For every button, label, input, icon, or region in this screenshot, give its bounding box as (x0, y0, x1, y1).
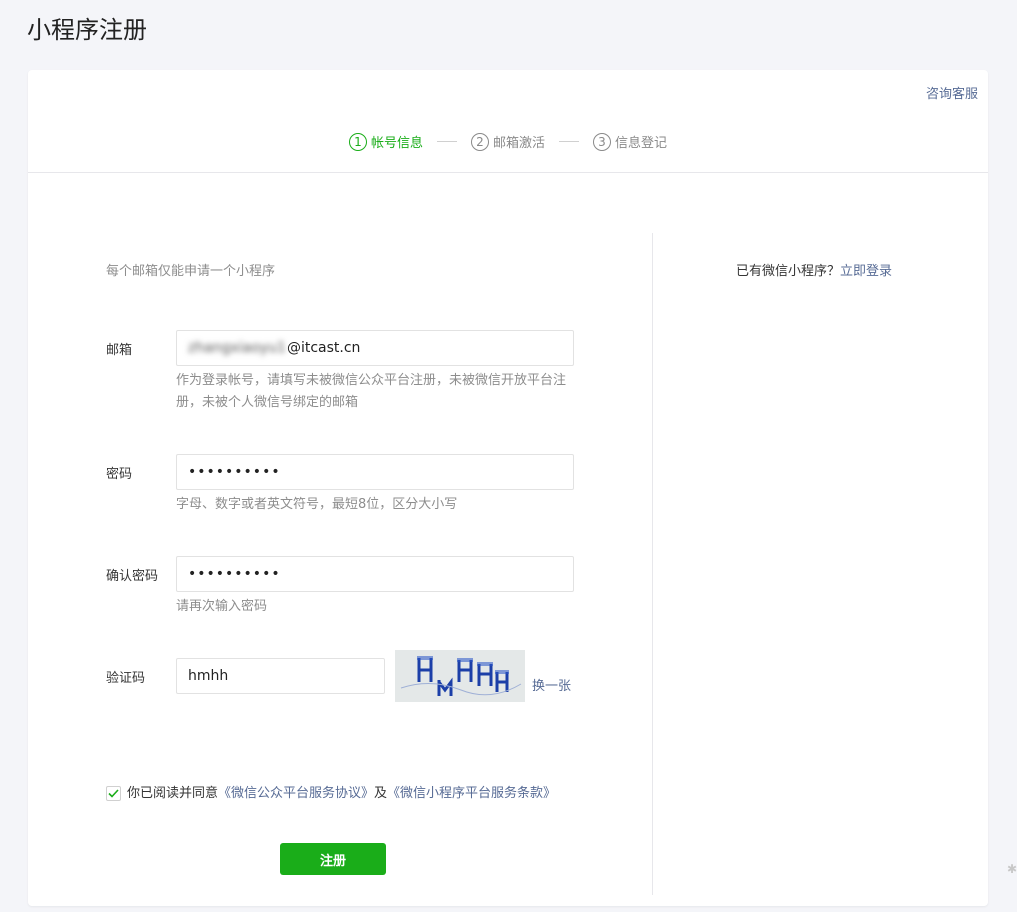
confirm-password-label: 确认密码 (106, 569, 159, 584)
header-divider (28, 172, 988, 173)
password-label: 密码 (106, 467, 133, 482)
agreement-checkbox[interactable] (106, 786, 121, 801)
step-label: 邮箱激活 (492, 136, 545, 151)
confirm-password-hint: 请再次输入密码 (176, 599, 268, 614)
captcha-row: 验证码 hmhh 换一张 (106, 650, 606, 710)
step-number: 3 (593, 132, 611, 151)
confirm-password-input[interactable]: •••••••••• (176, 556, 574, 592)
email-hint: 作为登录帐号，请填写未被微信公众平台注册，未被微信开放平台注册，未被个人微信号绑… (176, 373, 567, 410)
captcha-image[interactable] (395, 650, 525, 702)
email-label: 邮箱 (106, 343, 133, 358)
step-divider (559, 141, 579, 142)
refresh-captcha-link[interactable]: 换一张 (532, 675, 571, 694)
email-domain: @itcast.cn (286, 340, 361, 356)
step-account-info: 1 帐号信息 (348, 132, 423, 151)
email-input[interactable]: zhangxiaoyu1 @itcast.cn (176, 330, 574, 366)
step-divider (436, 141, 457, 142)
step-label: 信息登记 (615, 136, 668, 151)
check-icon (108, 789, 119, 798)
consult-service-link[interactable]: 咨询客服 (926, 83, 978, 102)
service-agreement-link[interactable]: 《微信公众平台服务协议》 (218, 786, 374, 801)
agreement-prefix: 你已阅读并同意 (127, 786, 219, 801)
step-indicator: 1 帐号信息 2 邮箱激活 3 信息登记 (28, 132, 988, 151)
email-obscured-part: zhangxiaoyu1 (188, 340, 286, 356)
registration-card: 咨询客服 1 帐号信息 2 邮箱激活 3 信息登记 每个邮箱仅能申请一个小程序 … (28, 70, 988, 906)
password-input[interactable]: •••••••••• (176, 454, 574, 490)
login-link[interactable]: 立即登录 (840, 264, 892, 279)
captcha-glyphs-icon (395, 650, 525, 702)
column-divider (652, 233, 653, 895)
existing-account-prompt: 已有微信小程序？立即登录 (736, 260, 892, 279)
password-value: •••••••••• (188, 464, 281, 480)
register-button[interactable]: 注册 (280, 843, 386, 875)
confirm-password-value: •••••••••• (188, 566, 281, 582)
platform-terms-link[interactable]: 《微信小程序平台服务条款》 (387, 786, 556, 801)
step-number: 2 (470, 132, 489, 151)
step-number: 1 (348, 132, 367, 151)
step-label: 帐号信息 (370, 136, 423, 151)
step-info-register: 3 信息登记 (593, 132, 667, 151)
password-hint: 字母、数字或者英文符号，最短8位，区分大小写 (176, 497, 458, 512)
agreement-conjunction: 及 (374, 786, 388, 801)
form-notice: 每个邮箱仅能申请一个小程序 (106, 264, 276, 279)
captcha-input[interactable]: hmhh (176, 658, 385, 694)
agreement-row: 你已阅读并同意《微信公众平台服务协议》及《微信小程序平台服务条款》 (106, 783, 566, 805)
captcha-value: hmhh (188, 668, 229, 684)
captcha-label: 验证码 (106, 671, 146, 686)
corner-mark-icon: ✱ (1006, 862, 1017, 876)
page-title: 小程序注册 (27, 16, 147, 44)
existing-account-text: 已有微信小程序？ (736, 264, 841, 279)
agreement-text: 你已阅读并同意《微信公众平台服务协议》及《微信小程序平台服务条款》 (106, 783, 566, 805)
step-email-activation: 2 邮箱激活 (470, 132, 545, 151)
